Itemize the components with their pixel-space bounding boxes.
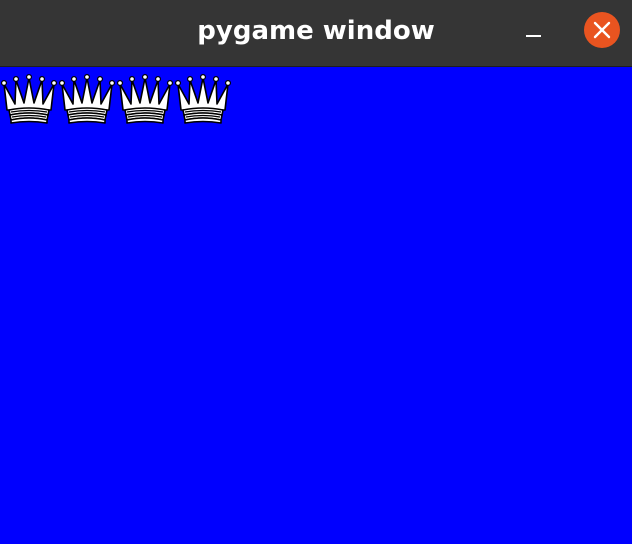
- minimize-icon: [526, 35, 541, 37]
- white-queen-icon[interactable]: [1, 74, 57, 126]
- close-button[interactable]: [584, 12, 620, 48]
- title-bar[interactable]: pygame window: [0, 0, 632, 67]
- white-queen-icon[interactable]: [59, 74, 115, 126]
- white-queen-icon[interactable]: [117, 74, 173, 126]
- pygame-window: pygame window: [0, 0, 632, 544]
- close-icon: [593, 21, 611, 39]
- game-canvas[interactable]: [0, 67, 632, 544]
- white-queen-icon[interactable]: [175, 74, 231, 126]
- minimize-button[interactable]: [518, 20, 548, 50]
